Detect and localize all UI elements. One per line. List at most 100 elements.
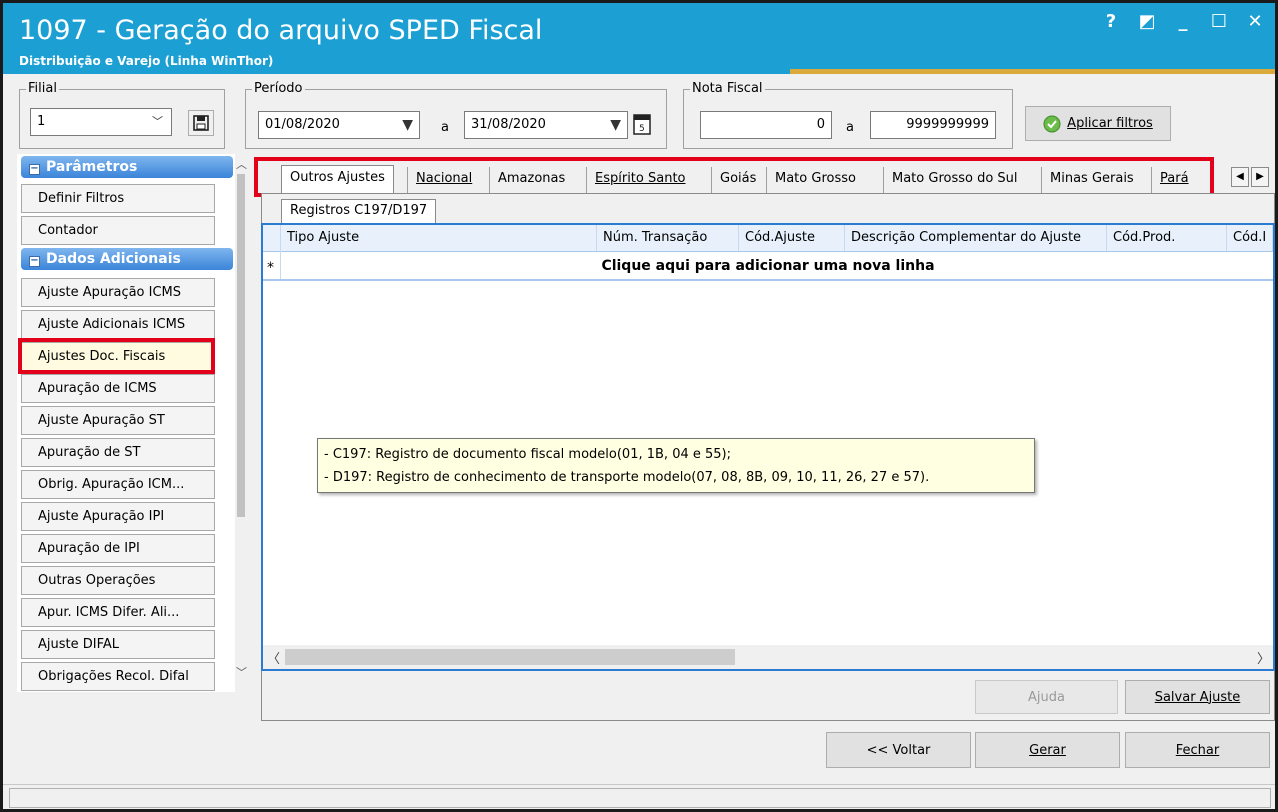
tab-nacional-label: Nacional xyxy=(416,171,473,186)
section-dados-adicionais[interactable]: − Dados Adicionais xyxy=(21,248,233,270)
tab-scroll-left-button[interactable]: ◀ xyxy=(1231,167,1249,187)
grid-scroll-thumb[interactable] xyxy=(285,649,735,665)
sidebar-item-outras-operacoes[interactable]: Outras Operações xyxy=(21,566,215,595)
window-controls: ? ◩ _ ☐ ✕ xyxy=(1101,11,1265,32)
chevron-down-icon[interactable]: ﹀ xyxy=(236,664,247,680)
section-parametros[interactable]: − Parâmetros xyxy=(21,156,233,178)
new-row-marker: * xyxy=(267,260,274,276)
tab-amazonas[interactable]: Amazonas xyxy=(489,167,573,193)
gerar-label: Gerar xyxy=(1029,742,1066,758)
voltar-button[interactable]: << Voltar xyxy=(826,732,971,768)
calendar-icon[interactable]: 5 xyxy=(632,112,652,136)
title-bar: 1097 - Geração do arquivo SPED Fiscal Di… xyxy=(3,3,1275,74)
sidebar-item-apuracao-st[interactable]: Apuração de ST xyxy=(21,438,215,467)
sidebar-item-obrig-apuracao-icms[interactable]: Obrig. Apuração ICM... xyxy=(21,470,215,499)
fechar-button[interactable]: Fechar xyxy=(1125,732,1270,768)
save-icon-button[interactable] xyxy=(188,110,214,136)
gerar-button[interactable]: Gerar xyxy=(975,732,1120,768)
tab-goias[interactable]: Goiás xyxy=(711,167,764,193)
restore-icon[interactable]: ◩ xyxy=(1137,11,1157,32)
grid-hscrollbar[interactable]: 〈 〉 xyxy=(263,645,1273,669)
sidebar-scrollbar[interactable]: ︿ ﹀ xyxy=(235,154,247,692)
chevron-up-icon[interactable]: ︿ xyxy=(236,156,247,172)
tab-para[interactable]: Pará xyxy=(1151,167,1197,193)
periodo-group: Período 01/08/2020 ▼ a 31/08/2020 ▼ 5 xyxy=(245,82,667,149)
col-descricao[interactable]: Descrição Complementar do Ajuste xyxy=(845,225,1107,251)
svg-text:5: 5 xyxy=(639,124,645,134)
salvar-ajuste-label: Salvar Ajuste xyxy=(1154,689,1241,705)
sidebar-item-obrigacoes-recol-difal[interactable]: Obrigações Recol. Difal xyxy=(21,662,215,691)
section-dados-adicionais-label: Dados Adicionais xyxy=(46,251,181,267)
dropdown-arrow-icon[interactable]: ▼ xyxy=(610,112,621,138)
nf-from-field[interactable]: 0 xyxy=(700,111,832,139)
col-cod-prod[interactable]: Cód.Prod. xyxy=(1107,225,1227,251)
nf-separator: a xyxy=(846,120,854,135)
sidebar-item-ajuste-difal[interactable]: Ajuste DIFAL xyxy=(21,630,215,659)
salvar-ajuste-button[interactable]: Salvar Ajuste xyxy=(1125,680,1270,714)
tab-minas-gerais[interactable]: Minas Gerais xyxy=(1041,167,1142,193)
add-new-row[interactable]: * Clique aqui para adicionar uma nova li… xyxy=(263,252,1273,281)
tab-scroll-right-button[interactable]: ▶ xyxy=(1251,167,1269,187)
status-bar xyxy=(3,784,1275,809)
apply-filters-label: Aplicar filtros xyxy=(1067,116,1153,131)
grid-header: Tipo Ajuste Núm. Transação Cód.Ajuste De… xyxy=(263,225,1273,252)
sidebar-item-ajuste-apuracao-icms[interactable]: Ajuste Apuração ICMS xyxy=(21,278,215,307)
tab-mato-grosso[interactable]: Mato Grosso xyxy=(766,167,864,193)
col-num-transacao[interactable]: Núm. Transação xyxy=(597,225,739,251)
fechar-label: Fechar xyxy=(1175,742,1220,758)
col-cod-ajuste[interactable]: Cód.Ajuste xyxy=(739,225,845,251)
apply-filters-button[interactable]: Aplicar filtros xyxy=(1025,106,1171,141)
window-title: 1097 - Geração do arquivo SPED Fiscal xyxy=(19,15,543,46)
tab-espirito-santo-label: Espírito Santo xyxy=(595,171,686,186)
minimize-icon[interactable]: _ xyxy=(1173,11,1193,32)
subtab-registros[interactable]: Registros C197/D197 xyxy=(281,199,437,223)
nf-to-field[interactable]: 9999999999 xyxy=(870,111,996,139)
maximize-icon[interactable]: ☐ xyxy=(1209,11,1229,32)
new-row-text: Clique aqui para adicionar uma nova linh… xyxy=(601,258,935,274)
sidebar-item-contador[interactable]: Contador xyxy=(21,216,215,245)
period-to-field[interactable]: 31/08/2020 ▼ xyxy=(464,111,628,139)
sidebar-item-definir-filtros[interactable]: Definir Filtros xyxy=(21,184,215,213)
nf-from-value: 0 xyxy=(816,117,825,132)
periodo-legend: Período xyxy=(252,81,305,96)
col-cod-i[interactable]: Cód.I xyxy=(1227,225,1273,251)
nota-fiscal-legend: Nota Fiscal xyxy=(690,81,765,96)
tooltip-line-d197: - D197: Registro de conhecimento de tran… xyxy=(324,470,930,485)
filial-value: 1 xyxy=(37,114,46,129)
period-from-field[interactable]: 01/08/2020 ▼ xyxy=(258,111,420,139)
collapse-icon[interactable]: − xyxy=(29,164,40,175)
help-icon[interactable]: ? xyxy=(1101,11,1121,32)
chevron-right-icon[interactable]: 〉 xyxy=(1257,648,1270,667)
sidebar-item-ajuste-apuracao-st[interactable]: Ajuste Apuração ST xyxy=(21,406,215,435)
filial-legend: Filial xyxy=(26,81,59,96)
window-subtitle: Distribuição e Varejo (Linha WinThor) xyxy=(19,54,274,68)
ajuda-button[interactable]: Ajuda xyxy=(975,680,1118,714)
sidebar-item-apuracao-icms[interactable]: Apuração de ICMS xyxy=(21,374,215,403)
filial-select[interactable]: 1 ﹀ xyxy=(30,108,172,136)
sidebar-item-ajustes-doc-fiscais[interactable]: Ajustes Doc. Fiscais xyxy=(21,342,215,371)
tab-nacional[interactable]: Nacional xyxy=(407,167,480,193)
sidebar-item-apuracao-ipi[interactable]: Apuração de IPI xyxy=(21,534,215,563)
main-window: 1097 - Geração do arquivo SPED Fiscal Di… xyxy=(0,0,1278,812)
filial-group: Filial 1 ﹀ xyxy=(19,82,225,149)
nf-to-value: 9999999999 xyxy=(906,117,989,132)
close-icon[interactable]: ✕ xyxy=(1245,11,1265,32)
dropdown-arrow-icon[interactable]: ▼ xyxy=(402,112,413,138)
sidebar-item-ajuste-apuracao-ipi[interactable]: Ajuste Apuração IPI xyxy=(21,502,215,531)
period-from-value: 01/08/2020 xyxy=(265,117,340,132)
sidebar-scroll-thumb[interactable] xyxy=(237,174,245,517)
tab-para-label: Pará xyxy=(1160,171,1189,186)
chevron-left-icon[interactable]: 〈 xyxy=(267,648,280,667)
voltar-label: << Voltar xyxy=(866,742,931,758)
title-accent-stripe xyxy=(790,69,1275,74)
tooltip-line-c197: - C197: Registro de documento fiscal mod… xyxy=(324,447,731,462)
collapse-icon[interactable]: − xyxy=(29,256,40,267)
sidebar-item-apur-icms-difer[interactable]: Apur. ICMS Difer. Ali... xyxy=(21,598,215,627)
tab-outros-ajustes[interactable]: Outros Ajustes xyxy=(281,165,394,193)
chevron-down-icon: ﹀ xyxy=(152,115,163,128)
tab-espirito-santo[interactable]: Espírito Santo xyxy=(586,167,694,193)
sidebar-item-ajuste-adicionais-icms[interactable]: Ajuste Adicionais ICMS xyxy=(21,310,215,339)
tab-mato-grosso-do-sul[interactable]: Mato Grosso do Sul xyxy=(883,167,1026,193)
section-parametros-label: Parâmetros xyxy=(46,159,138,175)
col-tipo-ajuste[interactable]: Tipo Ajuste xyxy=(281,225,597,251)
